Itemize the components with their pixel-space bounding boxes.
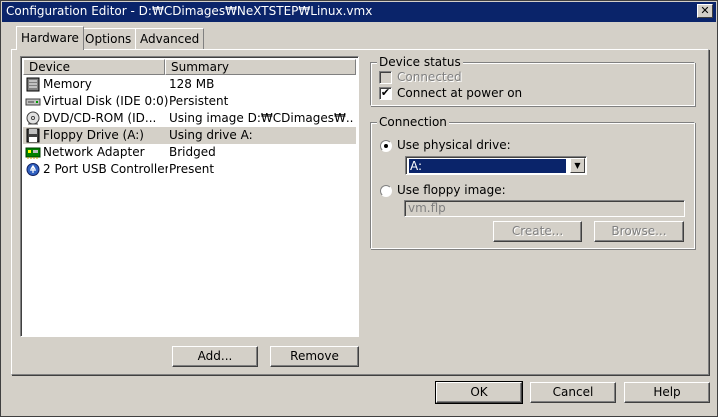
browse-button[interactable]: Browse... <box>594 221 684 242</box>
floppy-image-input[interactable]: vm.flp <box>404 200 685 217</box>
device-row-memory[interactable]: Memory 128 MB <box>23 76 356 93</box>
connected-label: Connected <box>397 70 462 84</box>
tab-options-label: Options <box>85 32 132 46</box>
title-bar[interactable]: Configuration Editor - D:₩CDimages₩NeXTS… <box>2 2 716 22</box>
physical-drive-select[interactable]: A: ▼ <box>405 156 587 175</box>
device-summary: 128 MB <box>169 77 215 91</box>
browse-button-label: Browse... <box>611 224 667 238</box>
device-summary: Bridged <box>169 145 216 159</box>
remove-device-button[interactable]: Remove <box>270 346 359 367</box>
device-name: DVD/CD-ROM (ID... <box>43 111 157 125</box>
tab-options[interactable]: Options <box>80 28 137 49</box>
use-floppy-image-radio[interactable] <box>380 185 392 197</box>
add-device-button-label: Add... <box>197 349 233 363</box>
connect-at-power-on-label: Connect at power on <box>397 86 523 100</box>
device-summary: Present <box>169 162 215 176</box>
device-summary: Using drive A: <box>169 128 253 142</box>
device-row-usb-controller[interactable]: 2 Port USB Controller Present <box>23 161 356 178</box>
usb-icon <box>25 162 41 177</box>
column-header-device[interactable]: Device <box>23 59 165 75</box>
device-summary: Using image D:₩CDimages₩... <box>169 111 354 125</box>
add-device-button[interactable]: Add... <box>172 346 258 367</box>
close-icon: ✕ <box>700 4 710 17</box>
device-name: 2 Port USB Controller <box>43 162 168 176</box>
remove-device-button-label: Remove <box>290 349 339 363</box>
device-name: Network Adapter <box>43 145 145 159</box>
window-title: Configuration Editor - D:₩CDimages₩NeXTS… <box>6 4 373 18</box>
floppy-image-value: vm.flp <box>408 201 446 215</box>
tab-advanced[interactable]: Advanced <box>135 28 205 49</box>
device-row-virtual-disk[interactable]: Virtual Disk (IDE 0:0) Persistent <box>23 93 356 110</box>
device-summary: Persistent <box>169 94 229 108</box>
memory-icon <box>25 77 41 92</box>
use-physical-drive-label: Use physical drive: <box>397 138 511 152</box>
cancel-button-label: Cancel <box>552 385 594 399</box>
create-button[interactable]: Create... <box>493 221 582 242</box>
tab-hardware[interactable]: Hardware <box>16 26 84 50</box>
ok-button[interactable]: OK <box>435 381 523 404</box>
tab-hardware-label: Hardware <box>21 31 79 45</box>
cancel-button[interactable]: Cancel <box>530 382 616 403</box>
floppy-icon <box>25 128 41 143</box>
device-name: Virtual Disk (IDE 0:0) <box>43 94 168 108</box>
help-button-label: Help <box>653 385 681 399</box>
device-name: Memory <box>43 77 92 91</box>
connected-checkbox[interactable] <box>379 71 392 84</box>
device-row-dvd-cdrom[interactable]: DVD/CD-ROM (ID... Using image D:₩CDimage… <box>23 110 356 127</box>
configuration-editor-window: Configuration Editor - D:₩CDimages₩NeXTS… <box>0 0 718 417</box>
device-name: Floppy Drive (A:) <box>43 128 144 142</box>
close-button[interactable]: ✕ <box>697 4 713 18</box>
tab-advanced-label: Advanced <box>140 32 200 46</box>
network-adapter-icon <box>25 145 41 160</box>
device-row-network-adapter[interactable]: Network Adapter Bridged <box>23 144 356 161</box>
use-physical-drive-radio[interactable] <box>380 140 392 152</box>
hard-disk-icon <box>25 94 41 109</box>
cdrom-icon <box>25 111 41 126</box>
connection-title: Connection <box>377 115 449 129</box>
use-floppy-image-label: Use floppy image: <box>397 183 506 197</box>
physical-drive-value: A: <box>409 159 566 173</box>
create-button-label: Create... <box>511 224 564 238</box>
chevron-down-icon[interactable]: ▼ <box>570 158 585 173</box>
device-list-header: Device Summary <box>23 59 356 75</box>
device-status-title: Device status <box>377 55 463 69</box>
column-header-summary[interactable]: Summary <box>165 59 356 75</box>
ok-button-label: OK <box>470 385 488 399</box>
device-list[interactable]: Device Summary Memory 128 MB Virtual Dis… <box>20 56 359 337</box>
device-row-floppy[interactable]: Floppy Drive (A:) Using drive A: <box>23 127 356 144</box>
help-button[interactable]: Help <box>624 382 710 403</box>
connect-at-power-on-checkbox[interactable]: ✔ <box>379 87 392 100</box>
checkmark-icon: ✔ <box>380 86 391 99</box>
